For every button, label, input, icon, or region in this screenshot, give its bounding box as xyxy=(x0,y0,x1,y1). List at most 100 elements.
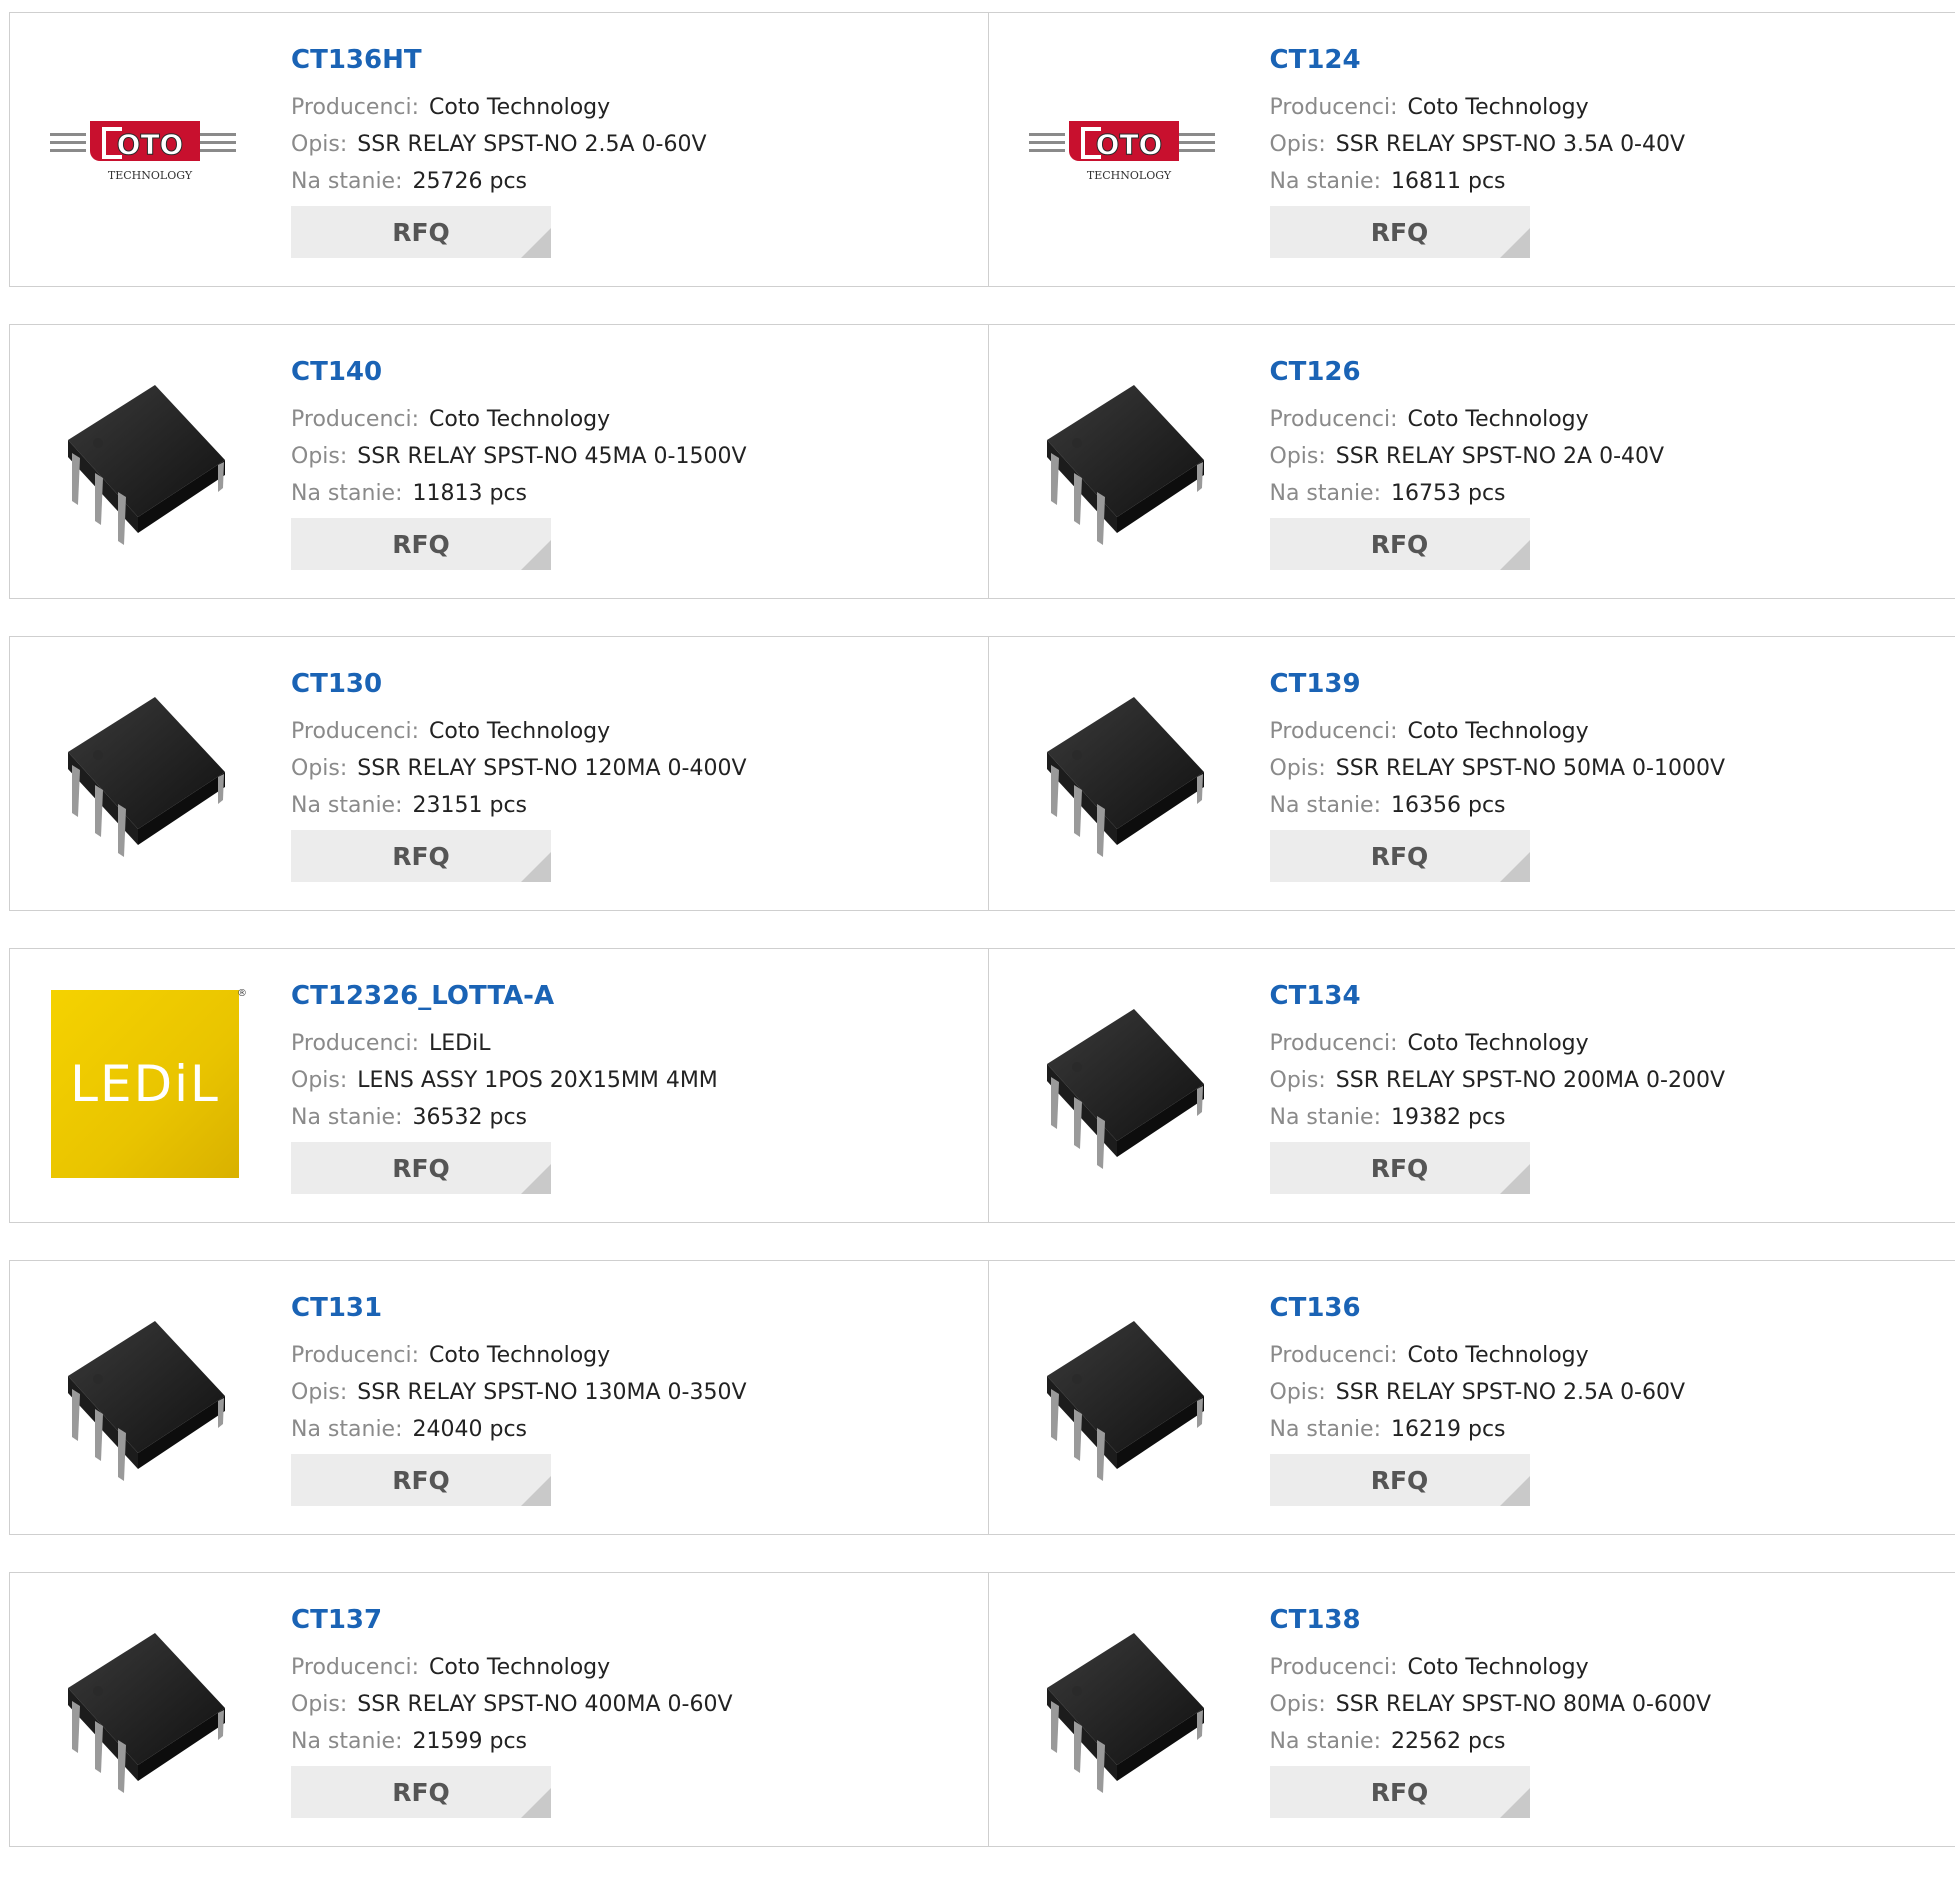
rfq-corner-decoration xyxy=(521,540,551,570)
product-title-link[interactable]: CT138 xyxy=(1270,1603,1712,1637)
rfq-corner-decoration xyxy=(1500,1788,1530,1818)
manufacturer-value: Coto Technology xyxy=(1408,719,1589,744)
stock-label: Na stanie: xyxy=(1270,1417,1382,1442)
manufacturer-label: Producenci: xyxy=(291,719,419,744)
product-image[interactable] xyxy=(50,365,240,555)
rfq-button[interactable]: RFQ xyxy=(1270,830,1530,882)
rfq-button-label: RFQ xyxy=(1371,842,1429,871)
product-title-link[interactable]: CT124 xyxy=(1270,43,1686,77)
rfq-corner-decoration xyxy=(1500,1476,1530,1506)
product-image[interactable] xyxy=(50,1301,240,1491)
product-image[interactable]: LEDiL® xyxy=(50,989,240,1179)
product-image[interactable] xyxy=(1029,677,1219,867)
product-title-link[interactable]: CT130 xyxy=(291,667,747,701)
product-card: CT140 Producenci:Coto Technology Opis:SS… xyxy=(10,325,988,598)
ledil-logo: LEDiL® xyxy=(51,990,239,1178)
manufacturer-line: Producenci:Coto Technology xyxy=(291,401,747,438)
manufacturer-value: Coto Technology xyxy=(1408,95,1589,120)
rfq-button-label: RFQ xyxy=(392,1466,450,1495)
rfq-button[interactable]: RFQ xyxy=(1270,1454,1530,1506)
description-value: SSR RELAY SPST-NO 130MA 0-350V xyxy=(357,1380,746,1405)
manufacturer-line: Producenci:Coto Technology xyxy=(1270,1025,1726,1062)
stock-line: Na stanie:25726 pcs xyxy=(291,163,707,200)
rfq-button[interactable]: RFQ xyxy=(291,206,551,258)
product-title-link[interactable]: CT131 xyxy=(291,1291,747,1325)
product-image[interactable] xyxy=(50,677,240,867)
svg-text:TECHNOLOGY: TECHNOLOGY xyxy=(1086,169,1171,182)
rfq-button[interactable]: RFQ xyxy=(291,830,551,882)
rfq-button[interactable]: RFQ xyxy=(291,1454,551,1506)
description-value: SSR RELAY SPST-NO 50MA 0-1000V xyxy=(1336,756,1725,781)
rfq-button[interactable]: RFQ xyxy=(291,518,551,570)
stock-value: 21599 pcs xyxy=(413,1729,528,1754)
manufacturer-value: Coto Technology xyxy=(1408,1343,1589,1368)
product-image[interactable] xyxy=(1029,365,1219,555)
description-label: Opis: xyxy=(291,444,347,469)
manufacturer-line: Producenci:Coto Technology xyxy=(291,89,707,126)
stock-line: Na stanie:23151 pcs xyxy=(291,787,747,824)
product-title-link[interactable]: CT126 xyxy=(1270,355,1665,389)
stock-value: 22562 pcs xyxy=(1391,1729,1506,1754)
description-value: SSR RELAY SPST-NO 120MA 0-400V xyxy=(357,756,746,781)
stock-label: Na stanie: xyxy=(291,169,403,194)
stock-value: 16219 pcs xyxy=(1391,1417,1506,1442)
rfq-corner-decoration xyxy=(1500,1164,1530,1194)
manufacturer-label: Producenci: xyxy=(291,1343,419,1368)
stock-line: Na stanie:16811 pcs xyxy=(1270,163,1686,200)
product-card: LEDiL® CT12326_LOTTA-A Producenci:LEDiL … xyxy=(10,949,988,1222)
product-image[interactable] xyxy=(50,1613,240,1803)
stock-value: 24040 pcs xyxy=(413,1417,528,1442)
stock-line: Na stanie:24040 pcs xyxy=(291,1411,747,1448)
rfq-corner-decoration xyxy=(521,1476,551,1506)
manufacturer-line: Producenci:LEDiL xyxy=(291,1025,718,1062)
stock-value: 19382 pcs xyxy=(1391,1105,1506,1130)
product-row: CT137 Producenci:Coto Technology Opis:SS… xyxy=(9,1572,1955,1847)
manufacturer-label: Producenci: xyxy=(1270,1031,1398,1056)
product-info: CT136 Producenci:Coto Technology Opis:SS… xyxy=(1270,1291,1686,1506)
description-label: Opis: xyxy=(291,1692,347,1717)
product-title-link[interactable]: CT136HT xyxy=(291,43,707,77)
rfq-button[interactable]: RFQ xyxy=(1270,1766,1530,1818)
stock-label: Na stanie: xyxy=(1270,1105,1382,1130)
rfq-button[interactable]: RFQ xyxy=(1270,206,1530,258)
product-title-link[interactable]: CT136 xyxy=(1270,1291,1686,1325)
product-info: CT138 Producenci:Coto Technology Opis:SS… xyxy=(1270,1603,1712,1818)
rfq-button[interactable]: RFQ xyxy=(1270,518,1530,570)
product-title-link[interactable]: CT137 xyxy=(291,1603,733,1637)
stock-value: 11813 pcs xyxy=(413,481,528,506)
product-image[interactable] xyxy=(1029,989,1219,1179)
product-title-link[interactable]: CT140 xyxy=(291,355,747,389)
description-label: Opis: xyxy=(291,1068,347,1093)
rfq-button-label: RFQ xyxy=(392,842,450,871)
description-value: SSR RELAY SPST-NO 2.5A 0-60V xyxy=(1336,1380,1685,1405)
stock-line: Na stanie:21599 pcs xyxy=(291,1723,733,1760)
manufacturer-value: LEDiL xyxy=(429,1031,490,1056)
rfq-button[interactable]: RFQ xyxy=(291,1142,551,1194)
manufacturer-value: Coto Technology xyxy=(429,1655,610,1680)
product-info: CT124 Producenci:Coto Technology Opis:SS… xyxy=(1270,43,1686,258)
manufacturer-label: Producenci: xyxy=(291,407,419,432)
product-info: CT137 Producenci:Coto Technology Opis:SS… xyxy=(291,1603,733,1818)
product-image[interactable] xyxy=(1029,1613,1219,1803)
rfq-button[interactable]: RFQ xyxy=(1270,1142,1530,1194)
manufacturer-value: Coto Technology xyxy=(429,1343,610,1368)
product-title-link[interactable]: CT12326_LOTTA-A xyxy=(291,979,718,1013)
dip-chip-icon xyxy=(1029,677,1219,867)
product-image[interactable]: OTOTECHNOLOGY xyxy=(1029,53,1219,243)
description-value: SSR RELAY SPST-NO 2A 0-40V xyxy=(1336,444,1664,469)
description-label: Opis: xyxy=(1270,1068,1326,1093)
manufacturer-label: Producenci: xyxy=(291,1655,419,1680)
rfq-button[interactable]: RFQ xyxy=(291,1766,551,1818)
manufacturer-line: Producenci:Coto Technology xyxy=(291,713,747,750)
product-image[interactable]: OTOTECHNOLOGY xyxy=(50,53,240,243)
product-title-link[interactable]: CT134 xyxy=(1270,979,1726,1013)
product-image[interactable] xyxy=(1029,1301,1219,1491)
manufacturer-value: Coto Technology xyxy=(429,95,610,120)
product-row: CT131 Producenci:Coto Technology Opis:SS… xyxy=(9,1260,1955,1535)
description-value: LENS ASSY 1POS 20X15MM 4MM xyxy=(357,1068,718,1093)
product-row: OTOTECHNOLOGY CT136HT Producenci:Coto Te… xyxy=(9,12,1955,287)
description-label: Opis: xyxy=(291,132,347,157)
product-title-link[interactable]: CT139 xyxy=(1270,667,1726,701)
product-info: CT131 Producenci:Coto Technology Opis:SS… xyxy=(291,1291,747,1506)
coto-logo-icon: OTOTECHNOLOGY xyxy=(50,103,240,193)
